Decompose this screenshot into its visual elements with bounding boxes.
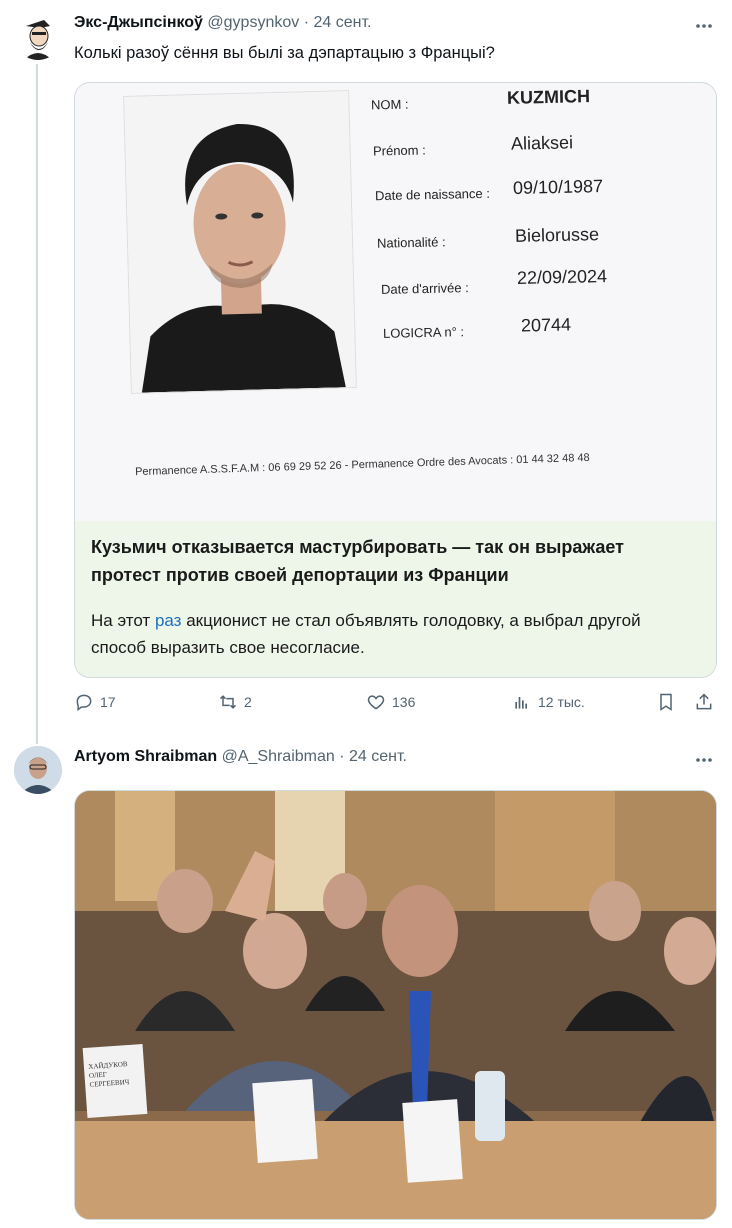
tweet-1[interactable]: Экс-Джыпсінкоў @gypsynkov · 24 сент. Кол… xyxy=(0,0,732,740)
tweet-text: Колькі разоў сёння вы былі за дэпартацыю… xyxy=(74,44,495,62)
tweet-date[interactable]: 24 сент. xyxy=(313,14,371,31)
card-title: Кузьмич отказывается мастурбировать — та… xyxy=(91,537,624,585)
doc-permanence-line: Permanence A.S.S.F.A.M : 06 69 29 52 26 … xyxy=(134,451,590,479)
meeting-photo xyxy=(75,791,716,1219)
doc-value-logicra: 20744 xyxy=(520,314,572,336)
views-count: 12 тыс. xyxy=(538,694,585,710)
views-icon xyxy=(515,697,527,709)
doc-label-nom: NOM : xyxy=(370,96,409,113)
avatar-gypsynkov[interactable] xyxy=(14,12,62,60)
bookmark-icon[interactable] xyxy=(656,692,676,712)
card-document-image: NOM : KUZMICH Prénom : Aliaksei Date de … xyxy=(75,83,716,521)
reply-button[interactable]: 17 xyxy=(74,692,116,712)
id-photo xyxy=(123,90,357,394)
reply-icon xyxy=(76,694,92,711)
author-name[interactable]: Artyom Shraibman xyxy=(74,748,217,765)
avatar-shraibman[interactable] xyxy=(14,746,62,794)
doc-value-nom: KUZMICH xyxy=(506,86,591,108)
card-description: На этот раз акционист не стал объявлять … xyxy=(91,607,691,661)
doc-value-nationalite: Bielorusse xyxy=(514,224,600,246)
doc-value-naissance: 09/10/1987 xyxy=(512,176,604,198)
separator-dot: · xyxy=(339,748,345,765)
author-name[interactable]: Экс-Джыпсінкоў xyxy=(74,14,203,31)
repost-count: 2 xyxy=(244,694,252,710)
doc-label-logicra: LOGICRA n° : xyxy=(382,324,465,341)
author-handle[interactable]: @A_Shraibman xyxy=(222,748,335,765)
doc-label-prenom: Prénom : xyxy=(372,142,426,159)
repost-button[interactable]: 2 xyxy=(218,692,252,712)
like-count: 136 xyxy=(392,694,416,710)
share-icon[interactable] xyxy=(694,692,714,712)
doc-value-arrivee: 22/09/2024 xyxy=(516,266,608,288)
card-desc-link[interactable]: раз xyxy=(155,611,182,630)
like-button[interactable]: 136 xyxy=(366,692,415,712)
doc-label-arrivee: Date d'arrivée : xyxy=(380,280,469,297)
card-text-area[interactable]: Кузьмич отказывается мастурбировать — та… xyxy=(75,521,716,677)
separator-dot: · xyxy=(303,14,310,31)
like-icon xyxy=(367,695,385,710)
doc-label-nationalite: Nationalité : xyxy=(376,234,446,251)
tweet-date[interactable]: 24 сент. xyxy=(349,748,407,765)
more-icon[interactable] xyxy=(694,750,714,770)
link-card[interactable]: NOM : KUZMICH Prénom : Aliaksei Date de … xyxy=(74,82,717,678)
author-handle[interactable]: @gypsynkov xyxy=(207,14,299,31)
tweet-1-actions: 17 2 136 12 тыс. xyxy=(74,692,724,716)
doc-value-prenom: Aliaksei xyxy=(510,132,574,154)
repost-icon xyxy=(219,695,237,709)
reply-count: 17 xyxy=(100,694,116,710)
photo-placard-text: ХАЙДУКОВ ОЛЕГ СЕРГЕЕВИЧ xyxy=(88,1060,130,1089)
tweet-2-photo[interactable]: ХАЙДУКОВ ОЛЕГ СЕРГЕЕВИЧ xyxy=(74,790,717,1220)
more-icon[interactable] xyxy=(694,16,714,36)
tweet-2-header: Artyom Shraibman @A_Shraibman · 24 сент. xyxy=(74,748,407,766)
doc-label-naissance: Date de naissance : xyxy=(374,185,491,204)
tweet-1-header: Экс-Джыпсінкоў @gypsynkov · 24 сент. xyxy=(74,14,371,32)
card-desc-before: На этот xyxy=(91,611,155,630)
views-button[interactable]: 12 тыс. xyxy=(512,692,585,712)
